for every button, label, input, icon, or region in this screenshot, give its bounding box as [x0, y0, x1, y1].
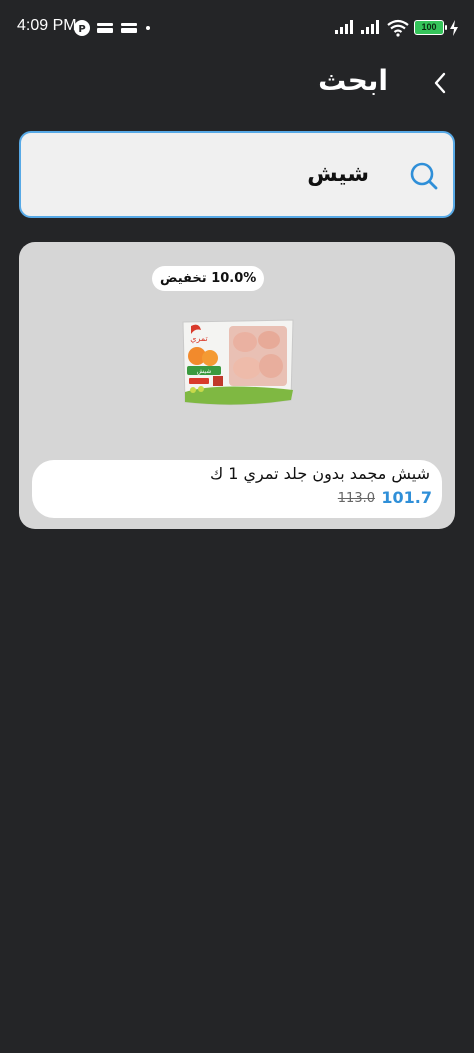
page-title: ابحث: [318, 64, 388, 97]
signal-icon: [335, 20, 353, 34]
svg-text:تمري: تمري: [190, 334, 208, 343]
search-input[interactable]: شيش: [19, 131, 455, 218]
sim-notification-icon-2: [121, 23, 137, 33]
app-header: ابحث: [0, 56, 474, 106]
chevron-left-icon: [434, 72, 446, 94]
product-image: تمري شيش: [182, 319, 294, 406]
battery-icon: 100: [414, 20, 447, 35]
product-old-price: 113.0: [337, 491, 375, 506]
back-button[interactable]: [425, 68, 455, 98]
product-price: 101.7: [381, 488, 432, 507]
wifi-icon: [387, 19, 409, 37]
app-notification-icon: P: [74, 20, 90, 36]
search-query[interactable]: شيش: [307, 162, 369, 187]
search-icon[interactable]: [409, 161, 439, 191]
svg-text:P: P: [78, 24, 85, 35]
svg-text:شيش: شيش: [197, 368, 212, 375]
discount-badge: 10.0% تخفيض: [152, 266, 265, 291]
signal-icon-2: [361, 20, 379, 34]
product-info: شيش مجمد بدون جلد تمري 1 ك 101.7 113.0: [32, 460, 442, 518]
product-card[interactable]: 10.0% تخفيض تمري شيش شيش مجمد بدون جلد ت…: [19, 242, 455, 529]
status-time: 4:09 PM: [17, 17, 77, 34]
sim-notification-icon: [97, 23, 113, 33]
product-name: شيش مجمد بدون جلد تمري 1 ك: [209, 464, 430, 483]
more-notifications-dot-icon: [146, 26, 150, 30]
status-bar: 4:09 PM P 100: [0, 0, 474, 56]
charging-bolt-icon: [450, 20, 458, 36]
